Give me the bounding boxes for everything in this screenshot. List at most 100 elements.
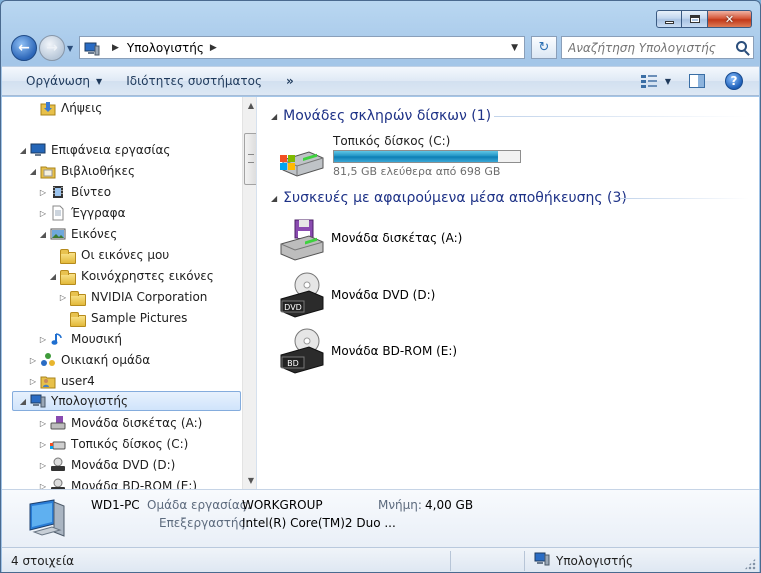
- tree-item-public-pictures[interactable]: ◢ Κοινόχρηστες εικόνες: [48, 266, 214, 286]
- drive-floppy[interactable]: Μονάδα δισκέτας (A:): [277, 213, 462, 263]
- address-dropdown-icon[interactable]: ▼: [511, 43, 518, 53]
- tree-item-user4[interactable]: ▷ user4: [28, 371, 95, 391]
- change-view-icon[interactable]: [640, 74, 657, 88]
- search-input[interactable]: [568, 40, 728, 55]
- system-properties-button[interactable]: Ιδιότητες συστήματος: [114, 74, 274, 88]
- group-collapse-icon[interactable]: ◢: [271, 112, 277, 121]
- videos-icon: [50, 184, 66, 200]
- tree-item-homegroup[interactable]: ▷ Οικιακή ομάδα: [28, 350, 150, 370]
- more-commands-button[interactable]: »: [274, 74, 306, 88]
- dvd-badge: DVD: [284, 303, 302, 312]
- navigation-pane: Λήψεις ◢ Επιφάνεια εργασίας ◢ Βιβλιοθήκε…: [2, 97, 257, 489]
- disk-usage-bar: [333, 150, 521, 163]
- music-icon: [50, 331, 66, 347]
- tree-label: Βίντεο: [71, 185, 112, 199]
- group-collapse-icon[interactable]: ◢: [271, 194, 277, 203]
- tree-item-pictures[interactable]: ◢ Εικόνες: [38, 224, 117, 244]
- collapsed-arrow-icon[interactable]: ▷: [38, 209, 48, 218]
- tree-label: Sample Pictures: [91, 311, 188, 325]
- tree-item-my-pictures[interactable]: Οι εικόνες μου: [60, 245, 169, 265]
- collapsed-arrow-icon[interactable]: ▷: [38, 335, 48, 344]
- collapsed-arrow-icon[interactable]: ▷: [38, 482, 48, 490]
- scroll-up-arrow-icon[interactable]: ▲: [243, 97, 256, 114]
- pictures-icon: [50, 226, 66, 242]
- expanded-arrow-icon[interactable]: ◢: [28, 167, 38, 176]
- expanded-arrow-icon[interactable]: ◢: [18, 397, 28, 406]
- view-options-dropdown[interactable]: ▼: [665, 77, 671, 86]
- tree-item-bd[interactable]: ▷ Μονάδα BD-ROM (E:): [38, 476, 197, 489]
- tree-label: Έγγραφα: [71, 206, 126, 220]
- workgroup-key: Ομάδα εργασίας:: [147, 498, 251, 512]
- dvd-label: Μονάδα DVD (D:): [331, 288, 436, 302]
- local-disk-icon: [277, 136, 327, 184]
- recent-pages-dropdown[interactable]: ▼: [67, 44, 73, 53]
- search-box[interactable]: [561, 36, 754, 59]
- preview-pane-icon[interactable]: [689, 74, 705, 88]
- computer-large-icon: [24, 496, 72, 542]
- collapsed-arrow-icon[interactable]: ▷: [28, 377, 38, 386]
- collapsed-arrow-icon[interactable]: ▷: [38, 461, 48, 470]
- tree-label: Μονάδα δισκέτας (A:): [71, 416, 203, 430]
- tree-item-videos[interactable]: ▷ Βίντεο: [38, 182, 111, 202]
- tree-label: NVIDIA Corporation: [91, 290, 208, 304]
- search-icon[interactable]: [736, 41, 747, 52]
- breadcrumb-computer[interactable]: Υπολογιστής: [127, 41, 204, 55]
- tree-label: Βιβλιοθήκες: [61, 164, 136, 178]
- close-button[interactable]: ✕: [708, 10, 752, 28]
- tree-label: Μονάδα BD-ROM (E:): [71, 479, 198, 489]
- expanded-arrow-icon[interactable]: ◢: [38, 230, 48, 239]
- collapsed-arrow-icon[interactable]: ▷: [38, 440, 48, 449]
- breadcrumb-separator-icon[interactable]: ▶: [112, 43, 119, 53]
- group-header-hard-drives[interactable]: ◢ Μονάδες σκληρών δίσκων (1): [271, 106, 491, 126]
- tree-item-desktop[interactable]: ◢ Επιφάνεια εργασίας: [18, 140, 170, 160]
- memory-key: Μνήμη:: [378, 498, 422, 512]
- address-bar[interactable]: ▶ Υπολογιστής ▶ ▼: [79, 36, 525, 59]
- refresh-button[interactable]: ↻: [531, 36, 557, 59]
- tree-item-sample-pictures[interactable]: Sample Pictures: [70, 308, 187, 328]
- tree-item-floppy[interactable]: ▷ Μονάδα δισκέτας (A:): [38, 413, 202, 433]
- chevron-down-icon: ▼: [96, 76, 103, 86]
- libraries-icon: [40, 163, 56, 179]
- minimize-button[interactable]: [656, 10, 682, 28]
- tree-item-local-disk[interactable]: ▷ Τοπικός δίσκος (C:): [38, 434, 188, 454]
- file-list-pane: ◢ Μονάδες σκληρών δίσκων (1) Τοπικός δίσ…: [259, 97, 759, 489]
- back-button[interactable]: ←: [11, 35, 37, 61]
- bd-label: Μονάδα BD-ROM (E:): [331, 344, 458, 358]
- tree-item-libraries[interactable]: ◢ Βιβλιοθήκες: [28, 161, 135, 181]
- drive-local-disk[interactable]: [277, 135, 331, 185]
- tree-item-music[interactable]: ▷ Μουσική: [38, 329, 122, 349]
- scrollbar-thumb[interactable]: [244, 133, 256, 185]
- tree-item-nvidia[interactable]: ▷ NVIDIA Corporation: [58, 287, 207, 307]
- expanded-arrow-icon[interactable]: ◢: [48, 272, 58, 281]
- item-count: 4 στοιχεία: [11, 554, 75, 568]
- tree-label: Μονάδα DVD (D:): [71, 458, 176, 472]
- collapsed-arrow-icon[interactable]: ▷: [28, 356, 38, 365]
- tree-item-computer[interactable]: ◢ Υπολογιστής: [12, 391, 241, 411]
- drive-bd-rom[interactable]: BD Μονάδα BD-ROM (E:): [277, 326, 457, 376]
- help-icon[interactable]: ?: [725, 72, 743, 90]
- group-header-removable[interactable]: ◢ Συσκευές με αφαιρούμενα μέσα αποθήκευσ…: [271, 188, 627, 208]
- processor-key: Επεξεργαστής:: [159, 516, 250, 530]
- expanded-arrow-icon[interactable]: ◢: [18, 146, 28, 155]
- tree-item-documents[interactable]: ▷ Έγγραφα: [38, 203, 126, 223]
- tree-item-downloads[interactable]: Λήψεις: [40, 98, 102, 118]
- scroll-down-arrow-icon[interactable]: ▼: [243, 472, 256, 489]
- collapsed-arrow-icon[interactable]: ▷: [38, 419, 48, 428]
- collapsed-arrow-icon[interactable]: ▷: [38, 188, 48, 197]
- drive-dvd[interactable]: DVD Μονάδα DVD (D:): [277, 270, 435, 320]
- desktop-icon: [30, 142, 46, 158]
- tree-label: Οι εικόνες μου: [81, 248, 170, 262]
- organize-button[interactable]: Οργάνωση ▼: [2, 74, 114, 88]
- breadcrumb-separator-icon[interactable]: ▶: [210, 43, 217, 53]
- tree-item-dvd[interactable]: ▷ Μονάδα DVD (D:): [38, 455, 175, 475]
- system-properties-label: Ιδιότητες συστήματος: [126, 74, 263, 88]
- content-area: Λήψεις ◢ Επιφάνεια εργασίας ◢ Βιβλιοθήκε…: [2, 97, 759, 489]
- navigation-scrollbar[interactable]: ▲ ▼: [242, 97, 256, 489]
- forward-button[interactable]: →: [39, 35, 65, 61]
- navigation-bar: ← → ▼ ▶ Υπολογιστής ▶ ▼ ↻: [9, 34, 754, 62]
- resize-grip-icon[interactable]: [744, 558, 756, 570]
- back-arrow-icon: ←: [18, 40, 30, 56]
- collapsed-arrow-icon[interactable]: ▷: [58, 293, 68, 302]
- group-divider: [494, 116, 749, 117]
- maximize-button[interactable]: [682, 10, 708, 28]
